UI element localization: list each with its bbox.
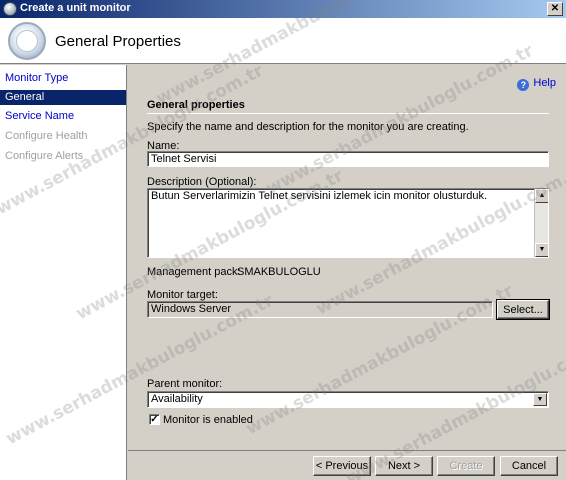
management-pack-label: Management pack:	[147, 266, 241, 278]
content-pane: ? Help General properties Specify the nam…	[128, 65, 566, 450]
monitor-enabled-label[interactable]: Monitor is enabled	[163, 414, 253, 426]
wizard-header: General Properties	[0, 18, 566, 64]
cancel-button[interactable]: Cancel	[500, 456, 558, 476]
monitor-wizard-icon	[8, 22, 46, 60]
help-icon: ?	[517, 79, 530, 91]
parent-monitor-select[interactable]: Availability ▼	[147, 391, 549, 408]
close-button[interactable]: ✕	[547, 2, 563, 16]
nav-item-service-name[interactable]: Service Name	[0, 109, 126, 124]
parent-monitor-value: Availability	[151, 393, 203, 405]
chevron-down-icon[interactable]: ▼	[533, 393, 547, 406]
page-title: General Properties	[55, 33, 181, 50]
instruction-text: Specify the name and description for the…	[147, 121, 469, 133]
app-icon	[3, 2, 17, 16]
parent-monitor-label: Parent monitor:	[147, 378, 223, 390]
description-label: Description (Optional):	[147, 176, 257, 188]
nav-item-configure-health: Configure Health	[5, 130, 88, 142]
create-button: Create	[437, 456, 495, 476]
nav-item-configure-alerts: Configure Alerts	[5, 150, 84, 162]
help-link[interactable]: ? Help	[517, 77, 556, 91]
description-scrollbar[interactable]: ▲ ▼	[534, 189, 548, 257]
window-title: Create a unit monitor	[20, 2, 131, 14]
next-button[interactable]: Next >	[375, 456, 433, 476]
monitor-target-label: Monitor target:	[147, 289, 218, 301]
scroll-up-icon[interactable]: ▲	[535, 189, 548, 203]
nav-item-general[interactable]: General	[0, 90, 126, 105]
wizard-footer: < Previous Next > Create Cancel	[128, 450, 566, 480]
monitor-target-field: Windows Server	[147, 301, 493, 318]
section-title: General properties	[147, 99, 245, 111]
scroll-down-icon[interactable]: ▼	[535, 243, 548, 257]
help-label[interactable]: Help	[533, 77, 556, 89]
section-divider	[147, 113, 549, 114]
nav-item-monitor-type[interactable]: Monitor Type	[0, 71, 126, 86]
select-target-button[interactable]: Select...	[496, 299, 550, 320]
title-bar: Create a unit monitor ✕	[0, 0, 566, 18]
monitor-enabled-checkbox[interactable]: ✓	[149, 414, 160, 425]
management-pack-value: SMAKBULOGLU	[237, 266, 321, 278]
previous-button[interactable]: < Previous	[313, 456, 371, 476]
description-text: Butun Serverlarimizin Telnet servisini i…	[151, 190, 488, 202]
description-field[interactable]: Butun Serverlarimizin Telnet servisini i…	[147, 188, 549, 258]
wizard-nav: Monitor Type General Service Name Config…	[0, 65, 127, 480]
name-field[interactable]: Telnet Servisi	[147, 151, 549, 167]
